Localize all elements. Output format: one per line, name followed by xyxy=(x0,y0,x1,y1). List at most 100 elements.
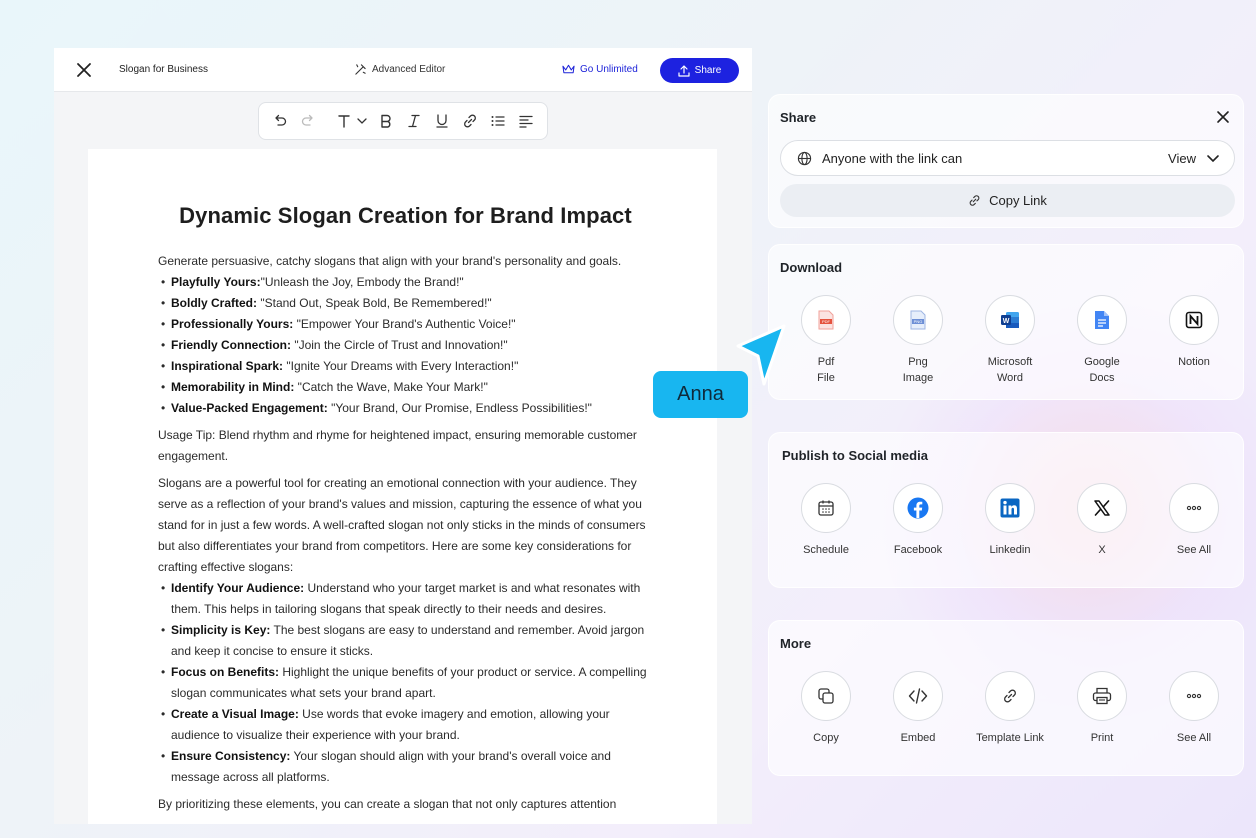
download-item-label: Notion xyxy=(1178,356,1210,368)
copy-button[interactable]: Copy xyxy=(780,671,872,746)
formatting-toolbar xyxy=(258,102,548,140)
document-page: Dynamic Slogan Creation for Brand Impact… xyxy=(88,149,717,824)
more-item-label: Copy xyxy=(813,732,839,744)
underline-icon[interactable] xyxy=(431,110,453,132)
calendar-icon xyxy=(818,500,834,516)
list-item: Professionally Yours: "Empower Your Bran… xyxy=(158,314,653,335)
permission-value: View xyxy=(1168,150,1196,166)
more-item-label: Print xyxy=(1090,732,1114,744)
list-item: Friendly Connection: "Join the Circle of… xyxy=(158,335,653,356)
document-title: Slogan for Business xyxy=(119,64,208,75)
align-left-icon[interactable] xyxy=(515,110,537,132)
slogan-label: Boldly Crafted: xyxy=(171,296,258,310)
slogan-label: Memorability in Mind: xyxy=(171,380,295,394)
advanced-editor-label: Advanced Editor xyxy=(372,64,446,75)
copy-link-label: Copy Link xyxy=(989,193,1047,208)
share-panel-title: Share xyxy=(780,110,817,125)
download-item-label: Png Image xyxy=(902,356,934,384)
more-panel: More Copy Embed Template Link Print See … xyxy=(768,620,1244,776)
x-icon xyxy=(1094,500,1110,516)
download-google-docs-button[interactable]: Google Docs xyxy=(1056,295,1148,386)
download-png-button[interactable]: PNG Png Image xyxy=(872,295,964,386)
social-item-label: Schedule xyxy=(803,544,849,556)
embed-button[interactable]: Embed xyxy=(872,671,964,746)
list-item: Focus on Benefits: Highlight the unique … xyxy=(158,662,653,704)
list-icon[interactable] xyxy=(487,110,509,132)
social-panel-title: Publish to Social media xyxy=(782,448,928,463)
more-icon xyxy=(1186,693,1202,699)
editor-window: Slogan for Business Advanced Editor Go U… xyxy=(54,48,752,824)
slogan-list: Playfully Yours:"Unleash the Joy, Embody… xyxy=(158,272,653,419)
download-panel: Download PDF Pdf File PNG Png Image W Mi… xyxy=(768,244,1244,400)
social-item-label: Facebook xyxy=(893,544,943,556)
slogan-text: "Stand Out, Speak Bold, Be Remembered!" xyxy=(257,296,492,310)
more-item-label: Template Link xyxy=(976,732,1044,744)
download-item-label: Pdf File xyxy=(817,356,835,384)
png-icon: PNG xyxy=(910,310,926,330)
social-panel: Publish to Social media Schedule Faceboo… xyxy=(768,432,1244,588)
chevron-down-icon xyxy=(1207,155,1219,163)
copy-link-button[interactable]: Copy Link xyxy=(780,184,1235,217)
go-unlimited-button[interactable]: Go Unlimited xyxy=(562,63,638,75)
embed-icon xyxy=(908,688,928,704)
list-item: Memorability in Mind: "Catch the Wave, M… xyxy=(158,377,653,398)
facebook-button[interactable]: Facebook xyxy=(872,483,964,558)
body-paragraph: Slogans are a powerful tool for creating… xyxy=(158,476,646,574)
more-item-label: Embed xyxy=(900,732,936,744)
consideration-label: Create a Visual Image: xyxy=(171,707,299,721)
consideration-label: Ensure Consistency: xyxy=(171,749,291,763)
social-see-all-button[interactable]: See All xyxy=(1148,483,1240,558)
share-button[interactable]: Share xyxy=(660,58,739,83)
slogan-text: "Ignite Your Dreams with Every Interacti… xyxy=(283,359,519,373)
print-icon xyxy=(1092,687,1112,705)
link-icon xyxy=(969,195,980,206)
advanced-editor-button[interactable]: Advanced Editor xyxy=(354,63,445,76)
more-panel-title: More xyxy=(780,636,812,651)
slogan-label: Professionally Yours: xyxy=(171,317,294,331)
bold-icon[interactable] xyxy=(375,110,397,132)
share-button-label: Share xyxy=(694,65,722,76)
collaborator-name-tag: Anna xyxy=(653,371,748,418)
slogan-label: Inspirational Spark: xyxy=(171,359,284,373)
linkedin-button[interactable]: Linkedin xyxy=(964,483,1056,558)
list-item: Value-Packed Engagement: "Your Brand, Ou… xyxy=(158,398,653,419)
close-icon[interactable] xyxy=(74,60,94,80)
slogan-label: Value-Packed Engagement: xyxy=(171,401,328,415)
text-size-icon[interactable] xyxy=(333,110,355,132)
consideration-label: Focus on Benefits: xyxy=(171,665,280,679)
svg-text:PDF: PDF xyxy=(822,319,831,324)
x-button[interactable]: X xyxy=(1056,483,1148,558)
magic-wand-icon xyxy=(355,64,366,75)
list-item: Inspirational Spark: "Ignite Your Dreams… xyxy=(158,356,653,377)
italic-icon[interactable] xyxy=(403,110,425,132)
list-item: Boldly Crafted: "Stand Out, Speak Bold, … xyxy=(158,293,653,314)
download-item-label: Google Docs xyxy=(1084,356,1120,384)
more-see-all-button[interactable]: See All xyxy=(1148,671,1240,746)
download-notion-button[interactable]: Notion xyxy=(1148,295,1240,386)
redo-icon[interactable] xyxy=(297,110,319,132)
download-panel-title: Download xyxy=(780,260,843,275)
google-docs-icon xyxy=(1095,311,1109,329)
social-item-label: See All xyxy=(1176,544,1212,556)
more-item-label: See All xyxy=(1176,732,1212,744)
document-heading: Dynamic Slogan Creation for Brand Impact xyxy=(179,203,632,228)
print-button[interactable]: Print xyxy=(1056,671,1148,746)
consideration-label: Identify Your Audience: xyxy=(171,581,305,595)
svg-text:PNG: PNG xyxy=(914,319,923,324)
chevron-down-icon[interactable] xyxy=(355,110,369,132)
slogan-text: "Join the Circle of Trust and Innovation… xyxy=(291,338,508,352)
document-intro: Generate persuasive, catchy slogans that… xyxy=(158,254,622,268)
close-icon[interactable] xyxy=(1215,109,1231,125)
slogan-text: "Empower Your Brand's Authentic Voice!" xyxy=(293,317,516,331)
considerations-list: Identify Your Audience: Understand who y… xyxy=(158,578,653,788)
share-panel: Share Anyone with the link can View Copy… xyxy=(768,94,1244,228)
list-item: Simplicity is Key: The best slogans are … xyxy=(158,620,653,662)
template-link-button[interactable]: Template Link xyxy=(964,671,1056,746)
undo-icon[interactable] xyxy=(269,110,291,132)
schedule-button[interactable]: Schedule xyxy=(780,483,872,558)
download-word-button[interactable]: W Microsoft Word xyxy=(964,295,1056,386)
link-icon[interactable] xyxy=(459,110,481,132)
svg-text:W: W xyxy=(1003,318,1010,325)
download-pdf-button[interactable]: PDF Pdf File xyxy=(780,295,872,386)
link-access-select[interactable]: Anyone with the link can View xyxy=(780,140,1235,176)
